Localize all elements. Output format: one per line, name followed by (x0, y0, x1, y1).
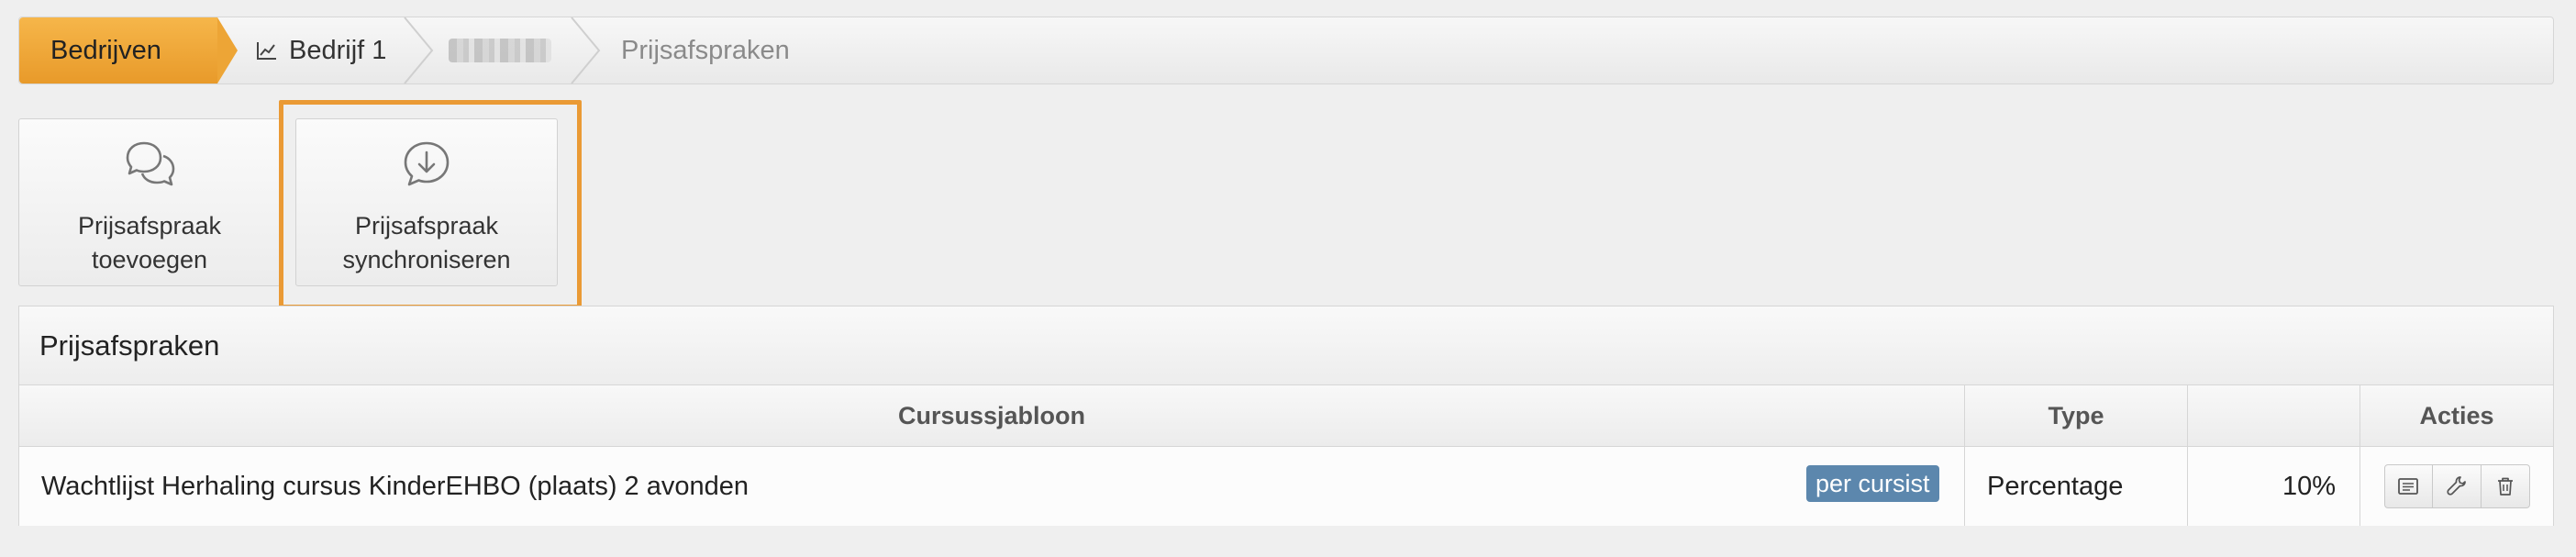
column-header-value (2187, 385, 2359, 446)
edit-button[interactable] (2432, 464, 2482, 508)
price-agreements-panel: Prijsafspraken Cursussjabloon Type Actie… (18, 306, 2554, 526)
column-header-template[interactable]: Cursussjabloon (19, 385, 1964, 446)
trash-icon (2497, 477, 2513, 496)
button-label: Prijsafspraak toevoegen (77, 212, 222, 273)
breadcrumb-label: Prijsafspraken (621, 35, 790, 65)
column-header-actions: Acties (2359, 385, 2553, 446)
template-name: Wachtlijst Herhaling cursus KinderEHBO (… (41, 471, 749, 501)
table-row[interactable]: Wachtlijst Herhaling cursus KinderEHBO (… (19, 447, 2553, 526)
percentage-value: 10% (2282, 471, 2336, 501)
row-action-group (2383, 464, 2530, 508)
blurred-label (449, 39, 551, 62)
button-label: Prijsafspraak synchroniseren (342, 212, 511, 273)
table-header: Cursussjabloon Type Acties (19, 385, 2553, 447)
breadcrumb-item-bedrijf[interactable]: Bedrijf 1 (256, 17, 386, 84)
cell-value: 10% (2187, 447, 2359, 526)
breadcrumb-label: Bedrijf 1 (289, 35, 387, 65)
breadcrumb: Bedrijven Bedrijf 1 Prijsafspraken (18, 17, 2554, 84)
cell-actions (2359, 447, 2553, 526)
panel-title: Prijsafspraken (19, 306, 2553, 385)
breadcrumb-separator (571, 17, 601, 84)
add-price-agreement-button[interactable]: Prijsafspraak toevoegen (18, 118, 281, 286)
breadcrumb-item-bedrijven[interactable]: Bedrijven (19, 17, 217, 84)
breadcrumb-item-blurred[interactable] (449, 17, 551, 84)
wrench-icon (2446, 476, 2466, 496)
details-button[interactable] (2383, 464, 2433, 508)
details-icon (2398, 478, 2418, 495)
chart-icon (257, 42, 276, 60)
chat-bubbles-icon (126, 141, 175, 186)
cell-type: Percentage (1964, 447, 2187, 526)
per-cursist-badge: per cursist (1806, 465, 1939, 502)
breadcrumb-separator (404, 17, 434, 84)
delete-button[interactable] (2481, 464, 2530, 508)
download-bubble-icon (404, 141, 450, 186)
breadcrumb-arrow (217, 17, 238, 84)
sync-price-agreement-button[interactable]: Prijsafspraak synchroniseren (295, 118, 558, 286)
breadcrumb-item-prijsafspraken: Prijsafspraken (621, 17, 790, 84)
cell-template: Wachtlijst Herhaling cursus KinderEHBO (… (19, 447, 1964, 526)
breadcrumb-label: Bedrijven (50, 35, 161, 65)
column-header-type[interactable]: Type (1964, 385, 2187, 446)
type-value: Percentage (1987, 471, 2124, 501)
